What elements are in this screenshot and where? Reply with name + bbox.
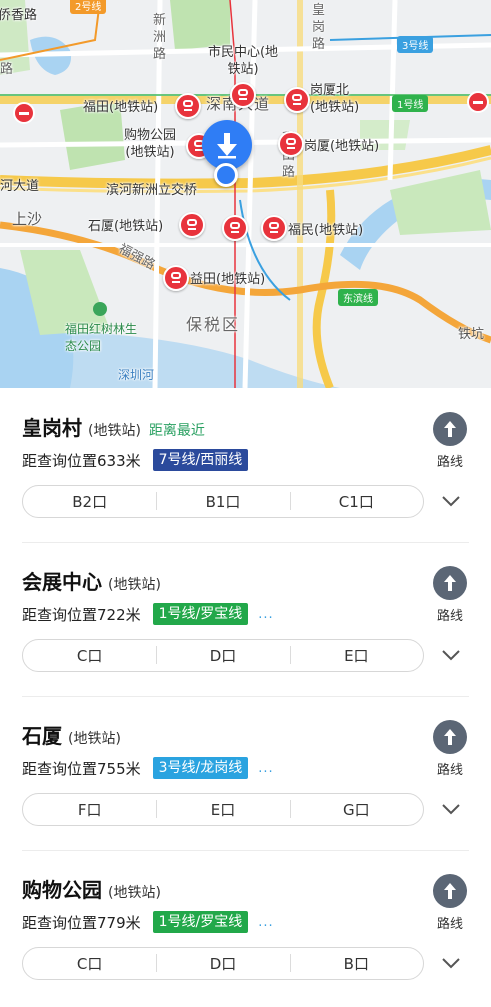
route-arrow-icon (444, 421, 456, 437)
exit-item[interactable]: D口 (156, 645, 289, 666)
route-arrow-icon (444, 729, 456, 745)
metro-line-chip: 3号线/龙岗线 (152, 757, 249, 779)
river-label: 深圳河 (118, 368, 155, 382)
park-label: 福田红树林生态公园 (65, 322, 138, 353)
metro-station-icon[interactable] (278, 131, 304, 157)
station-type: (地铁站) (88, 423, 141, 439)
dongbin-line-badge: 东滨线 (338, 289, 378, 306)
metro-station-icon[interactable] (284, 87, 310, 113)
chevron-down-icon[interactable] (440, 646, 462, 664)
station-card[interactable]: 会展中心 (地铁站) 距查询位置722米 1号线/罗宝线 ... 路线 C口 D… (0, 542, 491, 696)
station-label: 购物公园(地铁站) (123, 128, 176, 160)
exit-item[interactable]: F口 (23, 799, 156, 820)
station-list: 皇岗村 (地铁站) 距离最近 距查询位置633米 7号线/西丽线 路线 B2口 … (0, 388, 491, 1004)
metro-station-icon[interactable] (230, 82, 256, 108)
route-label: 路线 (436, 917, 463, 932)
exit-list: C口 D口 B口 (22, 947, 424, 980)
metro-station-icon[interactable] (222, 215, 248, 241)
route-label: 路线 (436, 763, 463, 778)
distance-text: 距查询位置633米 (22, 451, 141, 470)
road-label: 侨香路 (0, 8, 38, 23)
distance-text: 距查询位置755米 (22, 759, 141, 778)
route-arrow-icon (444, 883, 456, 899)
no-entry-icon (467, 91, 489, 113)
route-button[interactable]: 路线 (428, 874, 472, 932)
exit-item[interactable]: D口 (156, 953, 289, 974)
metro-line-chip: 7号线/西丽线 (152, 449, 249, 471)
station-type: (地铁站) (108, 885, 161, 901)
metro-station-icon[interactable] (175, 93, 201, 119)
route-arrow-icon (444, 575, 456, 591)
station-name: 皇岗村 (22, 416, 82, 440)
chevron-down-icon[interactable] (440, 492, 462, 510)
route-button[interactable]: 路线 (428, 720, 472, 778)
metro-line-chip: 1号线/罗宝线 (152, 911, 249, 933)
station-name: 会展中心 (22, 570, 102, 594)
exit-item[interactable]: B口 (289, 953, 423, 974)
station-card[interactable]: 购物公园 (地铁站) 距查询位置779米 1号线/罗宝线 ... 路线 C口 D… (0, 850, 491, 1004)
station-label: 市民中心(地铁站) (207, 45, 279, 77)
station-type: (地铁站) (108, 577, 161, 593)
road-label: 河大道 (0, 179, 40, 194)
exit-item[interactable]: B2口 (23, 491, 156, 512)
exit-item[interactable]: E口 (156, 799, 289, 820)
line-2-badge: 2号线 (70, 0, 107, 14)
route-label: 路线 (436, 609, 463, 624)
station-card[interactable]: 石厦 (地铁站) 距查询位置755米 3号线/龙岗线 ... 路线 F口 E口 … (0, 696, 491, 850)
park-icon (93, 302, 107, 316)
route-button[interactable]: 路线 (428, 566, 472, 624)
station-label: 福民(地铁站) (288, 223, 364, 238)
map-view[interactable]: 2号线 3号线 1号线 东滨线 侨香路 新洲路 皇岗路 路 深南大道 彩田路 河… (0, 0, 491, 388)
more-lines-indicator[interactable]: ... (258, 915, 273, 930)
interchange-label: 滨河新洲立交桥 (106, 183, 198, 198)
station-name: 购物公园 (22, 878, 102, 902)
exit-item[interactable]: E口 (289, 645, 423, 666)
route-label: 路线 (436, 455, 463, 470)
metro-line-chip: 1号线/罗宝线 (152, 603, 249, 625)
exit-list: F口 E口 G口 (22, 793, 424, 826)
distance-text: 距查询位置722米 (22, 605, 141, 624)
nearest-tag: 距离最近 (148, 423, 205, 439)
road-label: 新洲路 (153, 13, 167, 62)
exit-item[interactable]: C口 (23, 645, 156, 666)
road-label: 皇岗路 (312, 3, 326, 52)
station-label: 岗厦(地铁站) (304, 139, 380, 154)
station-label: 益田(地铁站) (190, 272, 266, 287)
area-label: 上沙 (12, 210, 43, 228)
station-type: (地铁站) (68, 731, 121, 747)
no-entry-icon (13, 102, 35, 124)
exit-item[interactable]: G口 (289, 799, 423, 820)
exit-list: B2口 B1口 C1口 (22, 485, 424, 518)
more-lines-indicator[interactable]: ... (258, 761, 273, 776)
chevron-down-icon[interactable] (440, 954, 462, 972)
area-label: 铁坑 (458, 327, 485, 342)
chevron-down-icon[interactable] (440, 800, 462, 818)
distance-text: 距查询位置779米 (22, 913, 141, 932)
current-location-dot (214, 163, 238, 187)
line-3-badge: 3号线 (397, 36, 434, 53)
station-label: 福田(地铁站) (83, 100, 159, 115)
line-1-badge: 1号线 (392, 95, 429, 112)
metro-station-icon[interactable] (179, 212, 205, 238)
district-label: 保税区 (186, 315, 241, 334)
arrow-down-icon (217, 133, 237, 159)
station-label: 岗厦北(地铁站) (310, 83, 360, 115)
exit-item[interactable]: C口 (23, 953, 156, 974)
exit-item[interactable]: C1口 (289, 491, 423, 512)
station-name: 石厦 (22, 724, 62, 748)
station-label: 石厦(地铁站) (88, 219, 164, 234)
route-button[interactable]: 路线 (428, 412, 472, 470)
more-lines-indicator[interactable]: ... (258, 607, 273, 622)
metro-station-icon[interactable] (163, 265, 189, 291)
exit-list: C口 D口 E口 (22, 639, 424, 672)
station-card[interactable]: 皇岗村 (地铁站) 距离最近 距查询位置633米 7号线/西丽线 路线 B2口 … (0, 388, 491, 542)
exit-item[interactable]: B1口 (156, 491, 289, 512)
metro-station-icon[interactable] (261, 215, 287, 241)
road-label: 路 (0, 62, 14, 77)
